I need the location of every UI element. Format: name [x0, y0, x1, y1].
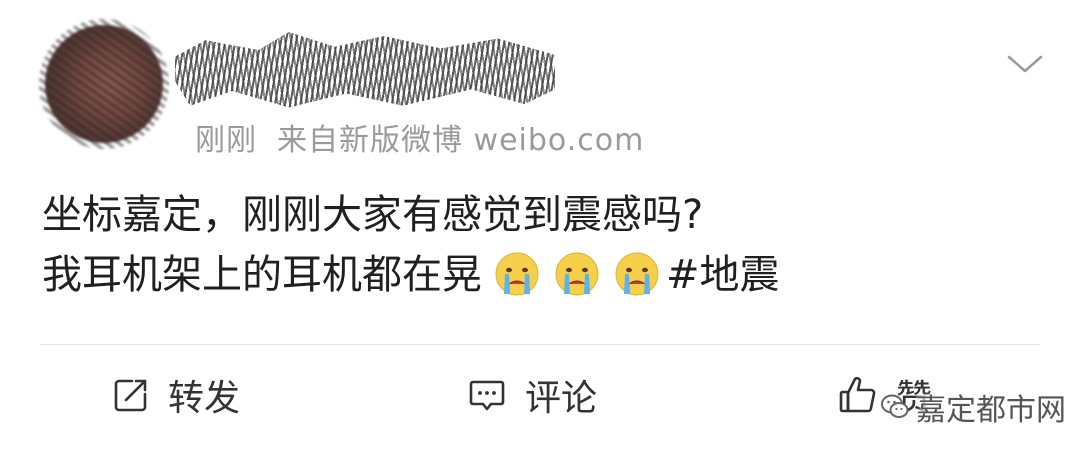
comment-icon — [469, 380, 505, 411]
crying-face-emoji — [612, 250, 662, 300]
crying-face-emoji — [492, 250, 542, 300]
comment-button[interactable]: 评论 — [467, 370, 597, 420]
comment-label: 评论 — [525, 378, 598, 419]
divider — [40, 344, 1040, 345]
wechat-icon — [881, 394, 909, 418]
repost-icon — [114, 379, 147, 412]
post-source: 来自新版微博 weibo.com — [277, 123, 645, 158]
repost-label: 转发 — [168, 378, 241, 419]
post-text-line-2: 我耳机架上的耳机都在晃 #地震 — [42, 245, 780, 305]
post-meta: 刚刚 来自新版微博 weibo.com — [195, 115, 644, 159]
avatar[interactable] — [39, 19, 169, 149]
post-text-line-2-text: 我耳机架上的耳机都在晃 — [42, 252, 482, 298]
hashtag-link[interactable]: #地震 — [666, 245, 780, 305]
username-redacted — [175, 32, 555, 108]
crying-face-emoji — [552, 250, 602, 300]
watermark-text: 嘉定都市网 — [916, 393, 1066, 428]
thumbs-up-icon — [839, 376, 876, 413]
post-text: 坐标嘉定，刚刚大家有感觉到震感吗? 我耳机架上的耳机都在晃 #地震 — [42, 185, 780, 305]
post-time: 刚刚 — [195, 123, 257, 158]
chevron-down-icon[interactable] — [1005, 52, 1045, 76]
post-text-line-1: 坐标嘉定，刚刚大家有感觉到震感吗? — [42, 192, 704, 238]
weibo-post-card: 刚刚 来自新版微博 weibo.com 坐标嘉定，刚刚大家有感觉到震感吗? 我耳… — [0, 0, 1080, 450]
repost-button[interactable]: 转发 — [112, 370, 240, 420]
watermark: 嘉定都市网 — [880, 385, 1066, 429]
